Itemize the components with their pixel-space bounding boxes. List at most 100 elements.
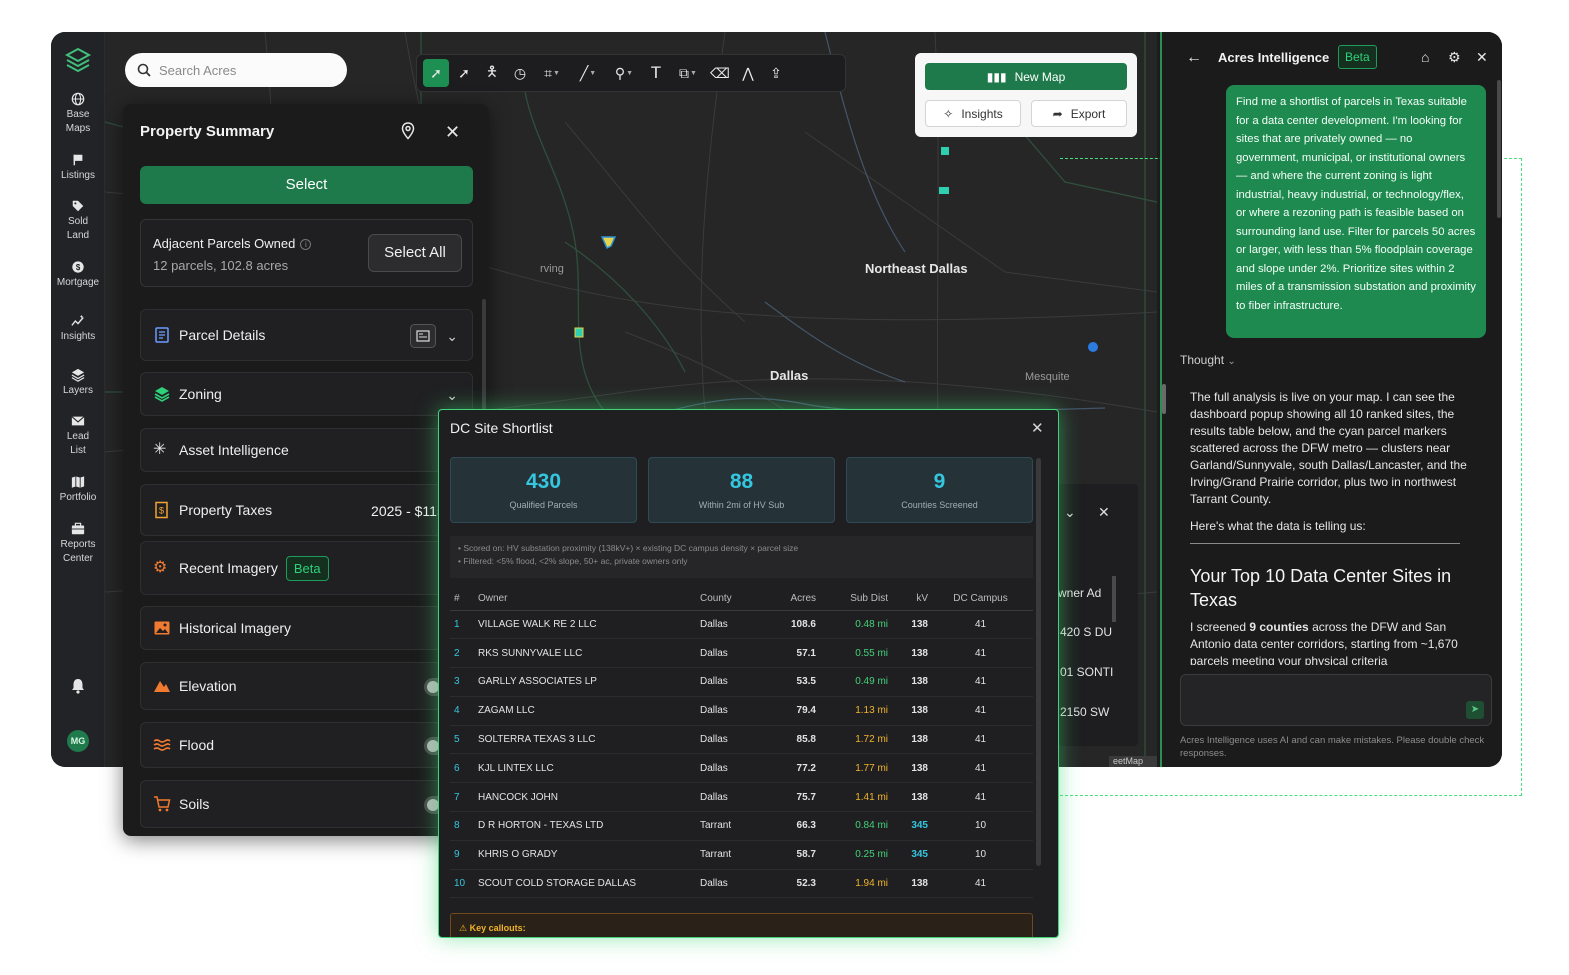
scrollbar[interactable]	[1497, 80, 1501, 218]
table-row[interactable]: 4 ZAGAM LLC Dallas 79.4 1.13 mi 138 41	[450, 696, 1033, 726]
stat-card: 430 Qualified Parcels	[450, 457, 637, 523]
county-cell: Tarrant	[700, 811, 768, 841]
dc-campus-cell: 41	[928, 725, 1033, 755]
section-recent-imagery[interactable]: ⚙ Recent Imagery Beta	[140, 541, 473, 595]
section-parcel-details[interactable]: Parcel Details ⌄	[140, 309, 473, 361]
table-row[interactable]: 8 D R HORTON - TEXAS LTD Tarrant 66.3 0.…	[450, 811, 1033, 841]
acres-cell: 52.3	[768, 869, 816, 899]
note-line: • Filtered: <5% flood, <2% slope, 50+ ac…	[458, 556, 688, 566]
gear-icon[interactable]: ⚙	[1448, 49, 1464, 65]
rail-item-base-maps[interactable]: Base Maps	[51, 92, 105, 136]
select-tool-button[interactable]: ➚	[423, 59, 449, 87]
acres-cell: 108.6	[768, 610, 816, 640]
table-row[interactable]: 7 HANCOCK JOHN Dallas 75.7 1.41 mi 138 4…	[450, 782, 1033, 813]
panel-resize-handle[interactable]	[1162, 384, 1166, 414]
point-select-tool[interactable]: ➚	[451, 59, 477, 87]
search-bar[interactable]	[125, 53, 347, 87]
cursor-plus-icon: ➚	[458, 64, 470, 81]
table-header-row: # Owner County Acres Sub Dist kV DC Camp…	[450, 588, 1033, 611]
table-row[interactable]: 5 SOLTERRA TEXAS 3 LLC Dallas 85.8 1.72 …	[450, 725, 1033, 755]
table-row[interactable]: 1 VILLAGE WALK RE 2 LLC Dallas 108.6 0.4…	[450, 610, 1033, 640]
rail-item-insights[interactable]: Insights	[51, 314, 105, 344]
table-row[interactable]: 9 KHRIS O GRADY Tarrant 58.7 0.25 mi 345…	[450, 840, 1033, 870]
rail-item-lead-list[interactable]: Lead List	[51, 414, 105, 458]
clock-tool[interactable]: ◷	[507, 59, 533, 87]
receipt-icon: $	[155, 501, 168, 519]
select-button[interactable]: Select	[140, 166, 473, 204]
column-header[interactable]: kV	[888, 588, 928, 611]
location-pin-icon[interactable]	[400, 122, 416, 140]
assistant-heading: Your Top 10 Data Center Sites in Texas	[1190, 566, 1452, 610]
rail-item-reports-center[interactable]: Reports Center	[51, 522, 105, 566]
back-arrow-icon[interactable]: ←	[1186, 49, 1202, 67]
section-label: Parcel Details	[179, 327, 266, 343]
chevron-down-icon[interactable]: ⌄	[446, 328, 458, 345]
rail-item-layers[interactable]: Layers	[51, 368, 105, 398]
chat-input-box[interactable]: ➤	[1180, 674, 1492, 726]
close-icon[interactable]: ✕	[1098, 504, 1110, 521]
info-icon[interactable]: i	[300, 239, 312, 251]
person-tool[interactable]: 🯅	[479, 59, 505, 87]
text-tool[interactable]: T	[643, 59, 669, 87]
section-elevation[interactable]: Elevation	[140, 662, 473, 710]
id-card-icon[interactable]	[410, 324, 437, 348]
acres-logo-icon[interactable]	[64, 46, 92, 74]
table-row[interactable]: 10 SCOUT COLD STORAGE DALLAS Dallas 52.3…	[450, 869, 1033, 899]
table-row[interactable]: 3 GARLLY ASSOCIATES LP Dallas 53.5 0.49 …	[450, 667, 1033, 697]
close-icon[interactable]: ✕	[1476, 49, 1492, 65]
map-attribution[interactable]: eetMap contributors	[1109, 756, 1157, 767]
bell-icon[interactable]	[69, 677, 87, 695]
select-all-button[interactable]: Select All	[368, 234, 462, 272]
close-icon[interactable]: ✕	[445, 122, 460, 143]
section-flood[interactable]: Flood	[140, 722, 473, 768]
rail-item-mortgage[interactable]: $ Mortgage	[51, 260, 105, 290]
scrollbar[interactable]	[1036, 458, 1041, 866]
column-header[interactable]: County	[700, 588, 768, 611]
scrollbar[interactable]	[1112, 576, 1116, 622]
measure-tool[interactable]: ⋀	[735, 59, 761, 87]
section-soils[interactable]: Soils	[140, 780, 473, 828]
section-zoning[interactable]: Zoning ⌄	[140, 372, 473, 416]
kv-cell: 138	[888, 638, 928, 669]
section-asset-intelligence[interactable]: ✳ Asset Intelligence	[140, 428, 473, 472]
rail-item-sold-land[interactable]: Sold Land	[51, 199, 105, 243]
column-header[interactable]: #	[450, 588, 478, 611]
rail-item-listings[interactable]: Listings	[51, 153, 105, 183]
dc-site-shortlist-modal: DC Site Shortlist ✕ 430 Qualified Parcel…	[438, 409, 1059, 938]
send-icon[interactable]: ➤	[1466, 701, 1484, 719]
avatar[interactable]: MG	[67, 730, 89, 752]
rail-item-portfolio[interactable]: Portfolio	[51, 475, 105, 505]
home-icon[interactable]: ⌂	[1421, 49, 1437, 65]
section-controls: ⌄	[410, 310, 458, 362]
upload-tool[interactable]: ⇪	[763, 59, 789, 87]
chat-input[interactable]	[1189, 683, 1459, 719]
table-row[interactable]: 6 KJL LINTEX LLC Dallas 77.2 1.77 mi 138…	[450, 753, 1033, 784]
column-header[interactable]: Owner	[478, 588, 700, 611]
rank-cell: 5	[450, 725, 478, 755]
pin-tool[interactable]: ⚲ ▼	[607, 59, 641, 87]
insights-button[interactable]: ✧ Insights	[925, 100, 1021, 127]
scoring-note: • Scored on: HV substation proximity (13…	[450, 536, 1033, 578]
column-header[interactable]: DC Campus	[928, 588, 1033, 611]
section-historical-imagery[interactable]: Historical Imagery	[140, 606, 473, 650]
new-map-button[interactable]: ▮▮▮ New Map	[925, 63, 1127, 90]
rank-cell: 7	[450, 782, 478, 813]
chevron-down-icon[interactable]: ⌄	[446, 387, 458, 404]
search-input[interactable]	[159, 62, 329, 78]
crop-tool[interactable]: ⌗ ▼	[535, 59, 569, 87]
eraser-tool[interactable]: ⌫	[707, 59, 733, 87]
scrollbar[interactable]	[482, 299, 486, 419]
table-row[interactable]: 2 RKS SUNNYVALE LLC Dallas 57.1 0.55 mi …	[450, 638, 1033, 669]
line-tool[interactable]: ╱ ▼	[571, 59, 605, 87]
rail-label: Center	[62, 553, 93, 564]
owner-cell: SOLTERRA TEXAS 3 LLC	[478, 725, 700, 755]
column-header[interactable]: Sub Dist	[816, 588, 888, 611]
chevron-down-icon[interactable]: ⌄	[1064, 504, 1076, 521]
column-header[interactable]: Acres	[768, 588, 816, 611]
close-icon[interactable]: ✕	[1031, 419, 1044, 437]
shape-tool[interactable]: ⧉ ▼	[671, 59, 705, 87]
owner-cell: D R HORTON - TEXAS LTD	[478, 811, 700, 841]
thought-toggle[interactable]: Thought ⌄	[1180, 353, 1236, 367]
export-button[interactable]: ➦ Export	[1031, 100, 1127, 127]
section-property-taxes[interactable]: $ Property Taxes 2025 - $115,421	[140, 484, 473, 536]
